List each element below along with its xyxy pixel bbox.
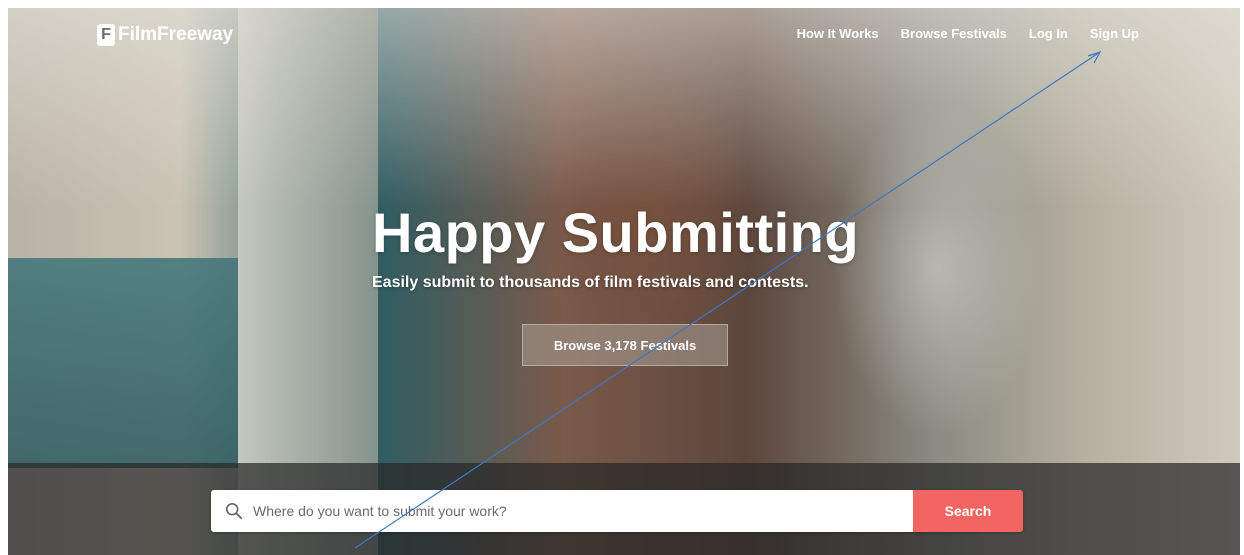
logo[interactable]: F FilmFreeway: [97, 22, 233, 48]
nav-how-it-works[interactable]: How It Works: [797, 26, 879, 41]
top-nav: How It Works Browse Festivals Log In Sig…: [797, 26, 1139, 41]
hero-title: Happy Submitting: [372, 201, 860, 264]
logo-text: FilmFreeway: [118, 24, 234, 45]
nav-log-in[interactable]: Log In: [1029, 26, 1068, 41]
hero-photo-truck: [8, 258, 238, 468]
browse-festivals-button[interactable]: Browse 3,178 Festivals: [522, 324, 728, 366]
nav-sign-up[interactable]: Sign Up: [1090, 26, 1139, 41]
search-field-container[interactable]: [211, 490, 913, 532]
search-icon: [225, 502, 243, 520]
search-button[interactable]: Search: [913, 490, 1023, 532]
search-input[interactable]: [251, 502, 913, 520]
nav-browse-festivals[interactable]: Browse Festivals: [901, 26, 1007, 41]
hero-subtitle: Easily submit to thousands of film festi…: [372, 274, 809, 291]
logo-icon: F: [97, 24, 115, 46]
search-bar: Search: [211, 490, 1023, 532]
